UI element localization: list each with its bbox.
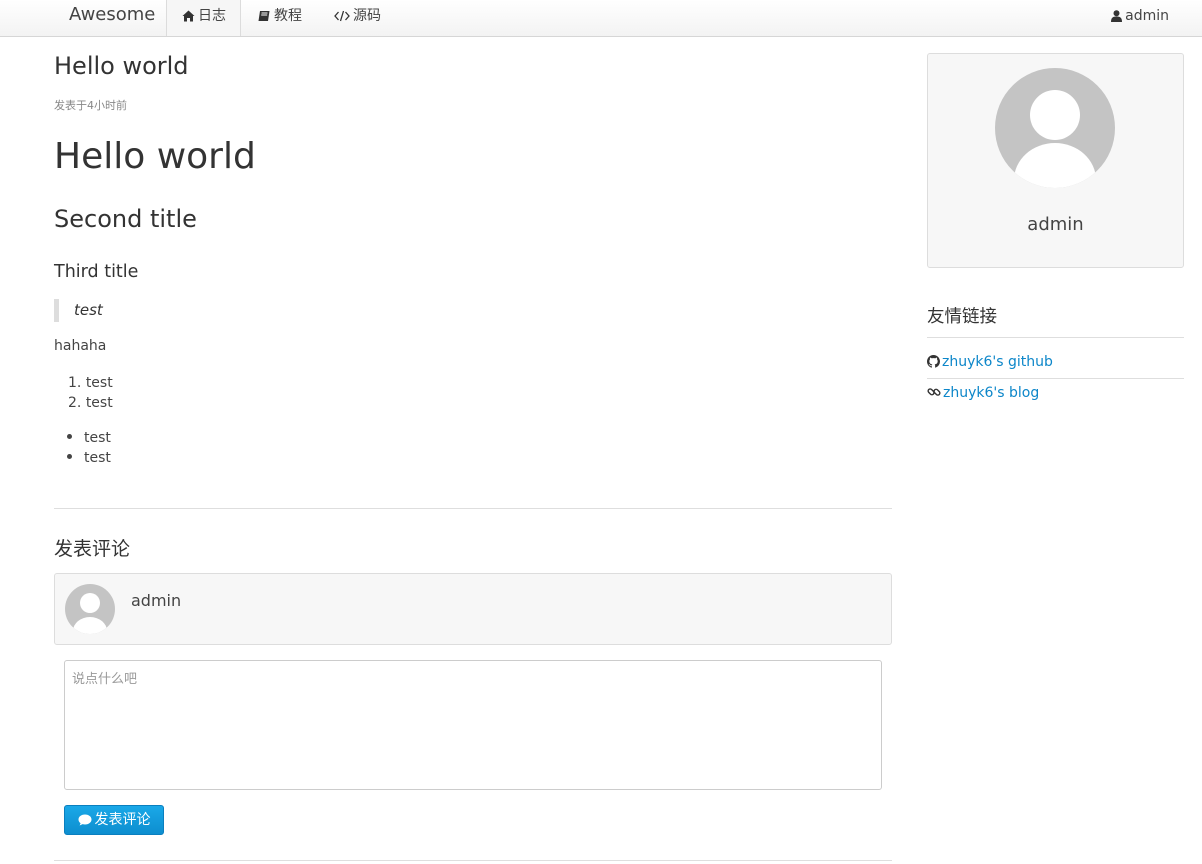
post-title: Hello world: [54, 52, 189, 80]
comment-user-panel: admin: [54, 573, 892, 645]
avatar: [65, 584, 115, 634]
user-menu-label: admin: [1125, 8, 1169, 24]
divider: [927, 337, 1184, 338]
nav-item-tutorials[interactable]: 教程: [243, 0, 316, 36]
avatar: [995, 68, 1115, 188]
comment-textarea[interactable]: [64, 660, 882, 790]
github-icon: [927, 355, 940, 368]
profile-name: admin: [1027, 214, 1084, 235]
user-icon: [1111, 10, 1123, 22]
divider: [54, 860, 892, 861]
post-meta-time: 发表于4小时前: [54, 99, 127, 112]
home-icon: [182, 10, 195, 22]
nav-item-journal-label: 日志: [198, 8, 226, 24]
post-ordered-list: 1. test 2. test: [68, 373, 113, 413]
friend-link-github[interactable]: zhuyk6's github: [927, 354, 1053, 370]
profile-panel: admin: [927, 53, 1184, 268]
divider: [927, 378, 1184, 379]
post-paragraph: hahaha: [54, 338, 107, 354]
book-icon: [258, 11, 270, 21]
nav-item-source[interactable]: 源码: [319, 0, 395, 36]
post-heading-2: Second title: [54, 205, 197, 233]
comment-username: admin: [131, 591, 182, 610]
brand-logo[interactable]: Awesome: [69, 4, 155, 25]
friend-link-blog[interactable]: zhuyk6's blog: [927, 385, 1039, 401]
default-avatar-icon: [73, 593, 107, 634]
default-avatar-icon: [1014, 90, 1096, 188]
list-item: test: [67, 428, 111, 448]
post-unordered-list: test test: [67, 428, 111, 468]
friend-link-blog-label: zhuyk6's blog: [943, 385, 1040, 401]
nav-item-tutorials-label: 教程: [274, 8, 302, 24]
comment-icon: [78, 814, 91, 826]
submit-comment-button[interactable]: 发表评论: [64, 805, 164, 835]
list-item: 1. test: [68, 375, 113, 391]
user-menu[interactable]: admin: [1111, 0, 1169, 36]
post-heading-3: Third title: [54, 262, 139, 282]
submit-comment-label: 发表评论: [94, 812, 151, 828]
friend-links-heading: 友情链接: [927, 307, 997, 327]
link-icon: [927, 388, 941, 396]
nav-item-journal[interactable]: 日志: [166, 0, 241, 36]
friend-link-github-label: zhuyk6's github: [942, 354, 1053, 370]
nav-item-source-label: 源码: [353, 8, 381, 24]
list-item: test: [67, 448, 111, 468]
post-heading-1: Hello world: [54, 136, 256, 177]
divider: [54, 508, 892, 509]
post-blockquote: test: [54, 299, 103, 322]
top-navbar: Awesome 日志 教程 源码 admin: [0, 0, 1202, 37]
list-item: 2. test: [68, 395, 113, 411]
comment-section-heading: 发表评论: [54, 538, 131, 560]
code-icon: [334, 10, 350, 22]
